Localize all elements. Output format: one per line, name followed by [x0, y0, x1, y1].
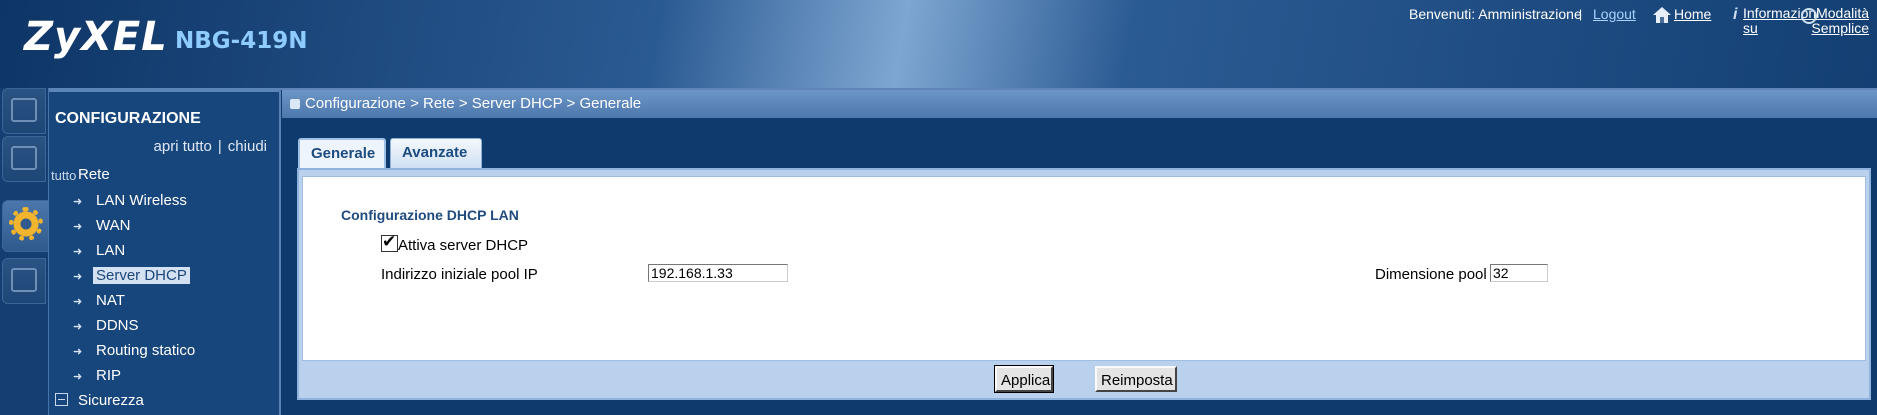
status-tab[interactable] — [2, 88, 46, 134]
monitor-icon — [11, 146, 37, 170]
bullet-icon: ➜ — [73, 346, 83, 358]
breadcrumb-text: Configurazione > Rete > Server DHCP > Ge… — [305, 95, 642, 112]
nav-item-label[interactable]: NAT — [93, 292, 128, 309]
breadcrumb: Configurazione > Rete > Server DHCP > Ge… — [282, 90, 1877, 118]
maintenance-icon — [11, 268, 37, 292]
nav-item-label[interactable]: Server DHCP — [93, 267, 190, 284]
home-icon[interactable] — [1652, 6, 1672, 24]
section-label[interactable]: Sicurezza — [78, 392, 144, 409]
tree-root-label[interactable]: Rete — [78, 166, 110, 183]
config-tab[interactable] — [2, 200, 52, 252]
nav-item-label[interactable]: LAN Wireless — [93, 192, 190, 209]
enable-dhcp-label: Attiva server DHCP — [398, 237, 529, 254]
form-area: Configurazione DHCP LAN Attiva server DH… — [302, 176, 1866, 361]
pool-size-input[interactable] — [1490, 264, 1548, 282]
button-bar: Applica Reimposta — [299, 360, 1869, 398]
side-tab-strip — [0, 88, 52, 415]
enable-dhcp-checkbox[interactable] — [381, 232, 398, 252]
bullet-icon: ➜ — [73, 246, 83, 258]
bullet-icon: ➜ — [73, 371, 83, 383]
info-icon[interactable]: i — [1733, 6, 1737, 24]
collapse-all-link[interactable]: chiudi — [228, 138, 267, 155]
separator: | — [1579, 7, 1583, 21]
home-link[interactable]: Home — [1674, 6, 1711, 22]
settings-panel: Configurazione DHCP LAN Attiva server DH… — [297, 168, 1871, 400]
welcome-text: Benvenuti: Amministrazione — [1409, 6, 1582, 22]
nav-item-label[interactable]: LAN — [93, 242, 128, 259]
separator: | — [217, 138, 222, 155]
nav-top-stripe — [49, 88, 279, 92]
header-banner: ZyXEL NBG-419N Benvenuti: Amministrazion… — [0, 0, 1877, 90]
simple-mode-link[interactable]: Modalità Semplice — [1797, 6, 1877, 36]
tab-generale[interactable]: Generale — [298, 138, 386, 168]
enable-dhcp-row: Attiva server DHCP — [381, 232, 529, 254]
nav-item-label[interactable]: Routing statico — [93, 342, 198, 359]
tree-controls: apri tutto | chiudi — [154, 138, 267, 155]
nav-item-label[interactable]: RIP — [93, 367, 124, 384]
bullet-icon: ➜ — [73, 221, 83, 233]
ip-start-input[interactable] — [648, 264, 788, 282]
model-name: NBG-419N — [175, 28, 308, 54]
tab-avanzate[interactable]: Avanzate — [390, 138, 482, 168]
bullet-icon: ➜ — [73, 196, 83, 208]
section-title: Configurazione DHCP LAN — [341, 207, 519, 223]
logout-link[interactable]: Logout — [1593, 6, 1636, 22]
status-icon — [11, 98, 37, 122]
navigation-panel: CONFIGURAZIONE apri tutto | chiudi tutto R… — [48, 88, 281, 415]
nav-title: CONFIGURAZIONE — [55, 110, 201, 127]
tree-toggle-icon[interactable]: tutto — [51, 168, 76, 183]
bullet-icon: ➜ — [73, 271, 83, 283]
tree-section-sicurezza[interactable]: Sicurezza — [55, 392, 144, 409]
pool-size-label: Dimensione pool — [1375, 266, 1487, 283]
nav-item-label[interactable]: WAN — [93, 217, 133, 234]
apply-button[interactable]: Applica — [994, 365, 1054, 393]
maintenance-tab[interactable] — [2, 258, 46, 304]
page-icon — [290, 99, 300, 109]
monitor-tab[interactable] — [2, 136, 46, 182]
bullet-icon: ➜ — [73, 296, 83, 308]
nav-item-label[interactable]: DDNS — [93, 317, 142, 334]
ip-start-label: Indirizzo iniziale pool IP — [381, 266, 538, 283]
reset-button[interactable]: Reimposta — [1095, 366, 1177, 392]
config-gear-icon — [9, 207, 43, 241]
bullet-icon: ➜ — [73, 321, 83, 333]
expand-all-link[interactable]: apri tutto — [154, 138, 212, 155]
collapse-icon[interactable] — [55, 393, 68, 406]
zyxel-logo: ZyXEL — [24, 14, 168, 60]
